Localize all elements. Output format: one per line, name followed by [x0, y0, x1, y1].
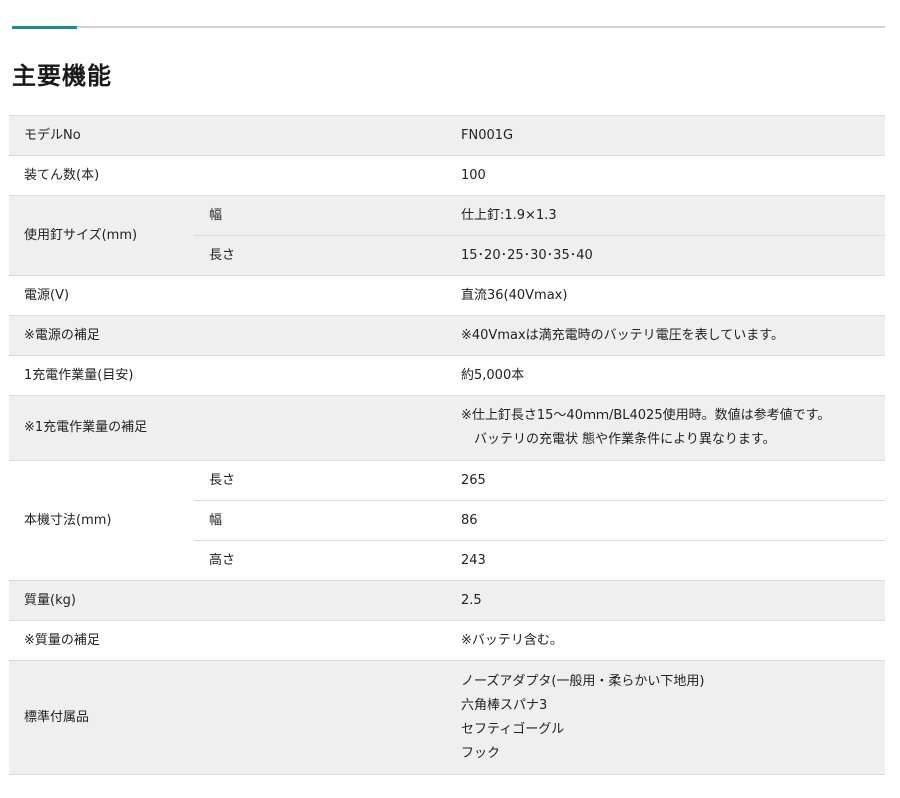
row-value: FN001G	[449, 115, 885, 156]
row-sublabel: 長さ	[194, 460, 449, 501]
table-row-power: 電源(V) 直流36(40Vmax)	[9, 275, 885, 316]
table-row-accessories: 標準付属品 ノーズアダプタ(一般用・柔らかい下地用) 六角棒スパナ3 セフティゴ…	[9, 660, 885, 775]
row-value: ※バッテリ含む。	[449, 620, 885, 661]
spec-table: モデルNo FN001G 装てん数(本) 100 使用釘サイズ(mm) 幅 仕上…	[9, 115, 885, 775]
table-row-dimensions-length: 本機寸法(mm) 長さ 265	[9, 460, 885, 581]
row-label: 質量(kg)	[9, 580, 449, 621]
row-value: ※仕上釘長さ15～40ｍｍ/BL4025使用時。数値は参考値です。 バッテリの充…	[449, 395, 885, 461]
note-line: バッテリの充電状 態や作業条件により異なります。	[461, 432, 776, 447]
row-value: 100	[449, 155, 885, 196]
table-row-nail-size-width: 使用釘サイズ(mm) 幅 仕上釘:1.9×1.3	[9, 195, 885, 276]
row-value: 直流36(40Vmax)	[449, 275, 885, 316]
table-row-capacity: 装てん数(本) 100	[9, 155, 885, 196]
list-item: ノーズアダプタ(一般用・柔らかい下地用)	[461, 673, 705, 689]
table-row-mass-note: ※質量の補足 ※バッテリ含む。	[9, 620, 885, 661]
row-label: モデルNo	[9, 115, 449, 156]
row-label: 本機寸法(mm)	[9, 460, 194, 581]
row-value: 265	[449, 460, 885, 501]
row-label: 使用釘サイズ(mm)	[9, 195, 194, 276]
row-sublabel: 幅	[194, 500, 449, 541]
table-row-power-note: ※電源の補足 ※40Vmaxは満充電時のバッテリ電圧を表しています。	[9, 315, 885, 356]
row-sublabel: 高さ	[194, 540, 449, 581]
section-accent-bar	[12, 26, 77, 29]
row-value: ※40Vmaxは満充電時のバッテリ電圧を表しています。	[449, 315, 885, 356]
page-title: 主要機能	[12, 62, 112, 90]
row-label: 標準付属品	[9, 660, 449, 775]
row-label: ※電源の補足	[9, 315, 449, 356]
table-row-mass: 質量(kg) 2.5	[9, 580, 885, 621]
table-row-work-amount: 1充電作業量(目安) 約5,000本	[9, 355, 885, 396]
row-value: 約5,000本	[449, 355, 885, 396]
row-label: 装てん数(本)	[9, 155, 449, 196]
row-label: 電源(V)	[9, 275, 449, 316]
row-sublabel: 幅	[194, 195, 449, 236]
row-value: 15･20･25･30･35･40	[449, 235, 885, 276]
row-value: 86	[449, 500, 885, 541]
row-value: ノーズアダプタ(一般用・柔らかい下地用) 六角棒スパナ3 セフティゴーグル フッ…	[449, 660, 885, 775]
note-line: ※仕上釘長さ15～40ｍｍ/BL4025使用時。数値は参考値です。	[461, 408, 831, 423]
row-label: 1充電作業量(目安)	[9, 355, 449, 396]
row-label: ※1充電作業量の補足	[9, 395, 449, 461]
row-label: ※質量の補足	[9, 620, 449, 661]
row-value: 仕上釘:1.9×1.3	[449, 195, 885, 236]
list-item: フック	[461, 745, 501, 761]
row-value: 2.5	[449, 580, 885, 621]
list-item: 六角棒スパナ3	[461, 697, 548, 713]
table-row-model: モデルNo FN001G	[9, 115, 885, 156]
table-row-work-note: ※1充電作業量の補足 ※仕上釘長さ15～40ｍｍ/BL4025使用時。数値は参考…	[9, 395, 885, 461]
section-top-rule	[12, 26, 885, 28]
list-item: セフティゴーグル	[461, 721, 565, 737]
row-value: 243	[449, 540, 885, 581]
row-sublabel: 長さ	[194, 235, 449, 276]
